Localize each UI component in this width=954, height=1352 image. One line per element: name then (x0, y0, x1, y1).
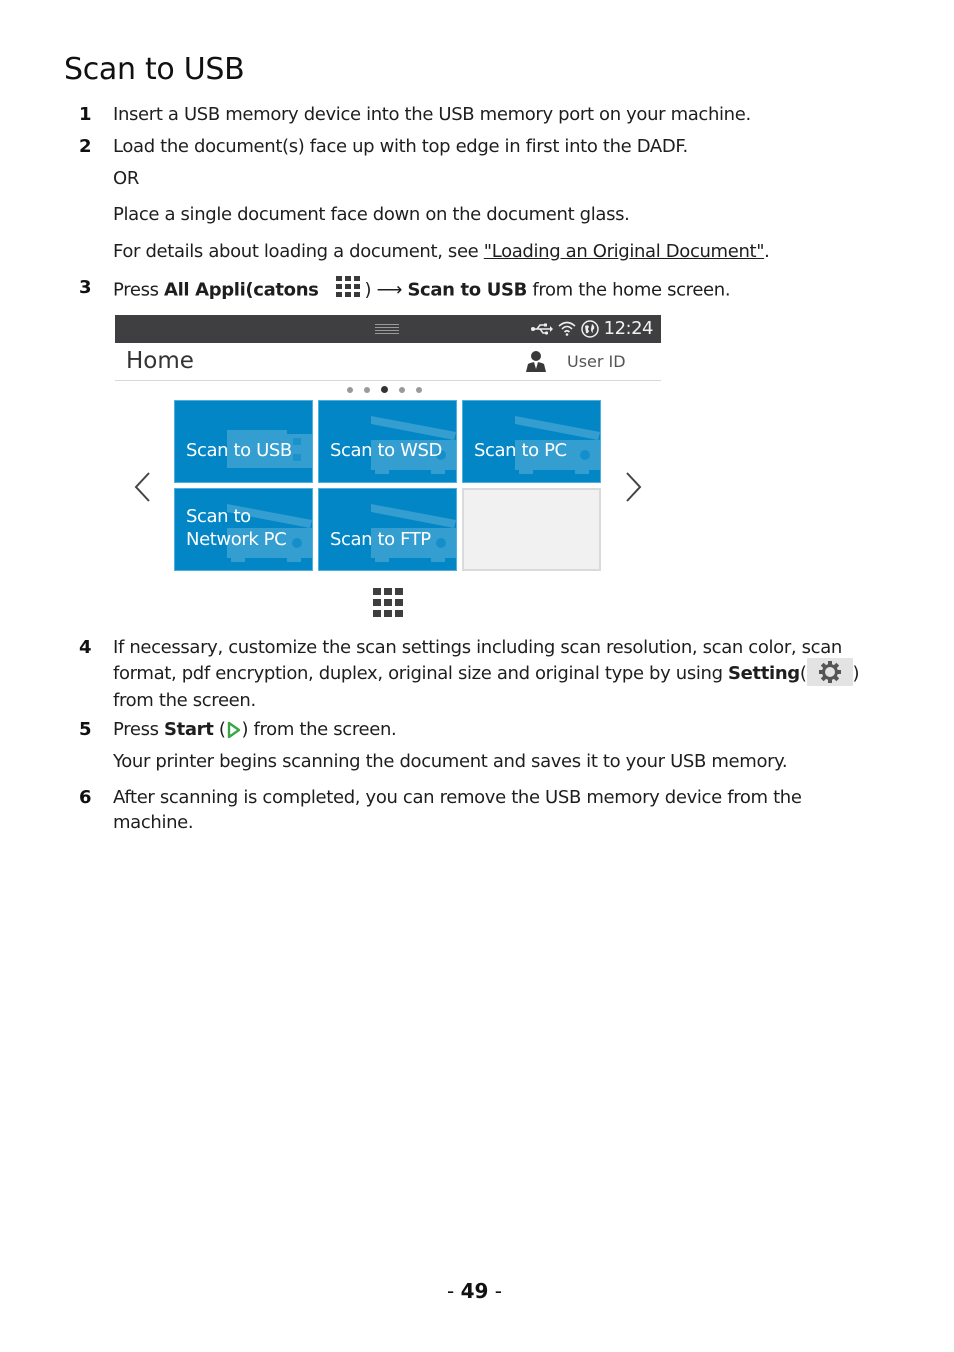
globe-icon (580, 319, 599, 338)
tile-scan-to-ftp[interactable]: Scan to FTP (318, 488, 457, 571)
user-id-button[interactable]: User ID (567, 352, 626, 371)
press-text: Press (113, 719, 164, 740)
step-text: Load the document(s) face up with top ed… (113, 136, 688, 157)
status-time: 12:24 (603, 318, 654, 339)
tile-label-line2: Network PC (186, 529, 287, 550)
step-text: If necessary, customize the scan setting… (113, 635, 875, 713)
tile-label: Scan to (186, 506, 251, 527)
wifi-icon (558, 321, 576, 336)
step-text-b: from the screen. (113, 690, 256, 711)
gear-icon (818, 661, 841, 683)
press-text: Press (113, 279, 164, 301)
arrow-icon: ⟶ (376, 279, 403, 301)
step-note: Your printer begins scanning the documen… (113, 751, 788, 772)
tile-label: Scan to WSD (330, 440, 442, 461)
step-number: 6 (79, 787, 92, 808)
open-paren: ( (799, 663, 807, 684)
close-paren: ) (852, 663, 860, 684)
step-suffix: from the home screen. (527, 279, 731, 301)
home-header: Home User ID (115, 343, 661, 381)
page-dot[interactable] (364, 386, 370, 393)
details-prefix: For details about loading a document, se… (113, 241, 484, 262)
printer-home-screen: 12:24 Home User ID Scan to USB Scan to W… (115, 315, 661, 625)
chevron-left-icon[interactable] (133, 471, 151, 503)
user-icon[interactable] (525, 350, 547, 372)
apps-grid-icon (335, 275, 361, 306)
tile-scan-to-network-pc[interactable]: Scan to Network PC (174, 488, 313, 571)
status-bar: 12:24 (115, 315, 661, 343)
tile-empty (462, 488, 601, 571)
start-icon (227, 721, 240, 739)
alt-text: Place a single document face down on the… (113, 204, 630, 225)
step-number: 3 (79, 277, 92, 298)
or-text: OR (113, 168, 139, 189)
page-dot[interactable] (347, 386, 353, 393)
setting-label: Setting (728, 663, 800, 684)
page-indicator (347, 386, 422, 393)
step-number: 2 (79, 136, 92, 157)
tile-label: Scan to PC (474, 440, 567, 461)
open-paren: ( (213, 719, 226, 740)
page-dot[interactable] (399, 386, 405, 393)
page-number-value: 49 (460, 1279, 489, 1303)
setting-button (806, 658, 853, 686)
page-dot-active[interactable] (381, 386, 388, 393)
step-text: Press Start ( ) from the screen. (113, 717, 397, 742)
page-number: - 49 - (447, 1279, 502, 1303)
tile-scan-to-pc[interactable]: Scan to PC (462, 400, 601, 483)
all-applications-label: All Appli(catons (164, 279, 319, 301)
usb-icon (530, 323, 553, 335)
step-text: Insert a USB memory device into the USB … (113, 104, 751, 125)
details-suffix: . (764, 241, 770, 262)
tile-label: Scan to FTP (330, 529, 431, 550)
step-number: 1 (79, 104, 92, 125)
loading-original-document-link[interactable]: "Loading an Original Document" (484, 241, 765, 262)
step-number: 5 (79, 719, 92, 740)
step-text: Press All Appli(catons ) ⟶ Scan to USB f… (113, 275, 731, 306)
scan-to-usb-label: Scan to USB (407, 279, 527, 301)
close-paren: ) from the screen. (241, 719, 397, 740)
chevron-right-icon[interactable] (625, 471, 643, 503)
page-dot[interactable] (416, 386, 422, 393)
close-paren: ) (364, 279, 372, 301)
tile-label: Scan to USB (186, 440, 292, 461)
drag-handle-icon[interactable] (375, 324, 399, 334)
home-title: Home (126, 348, 194, 374)
start-label: Start (164, 719, 214, 740)
page-title: Scan to USB (64, 52, 245, 87)
tile-scan-to-usb[interactable]: Scan to USB (174, 400, 313, 483)
step-number: 4 (79, 637, 92, 658)
details-text: For details about loading a document, se… (113, 239, 770, 264)
tile-scan-to-wsd[interactable]: Scan to WSD (318, 400, 457, 483)
step-text: After scanning is completed, you can rem… (113, 787, 802, 833)
all-applications-icon[interactable] (373, 588, 403, 618)
